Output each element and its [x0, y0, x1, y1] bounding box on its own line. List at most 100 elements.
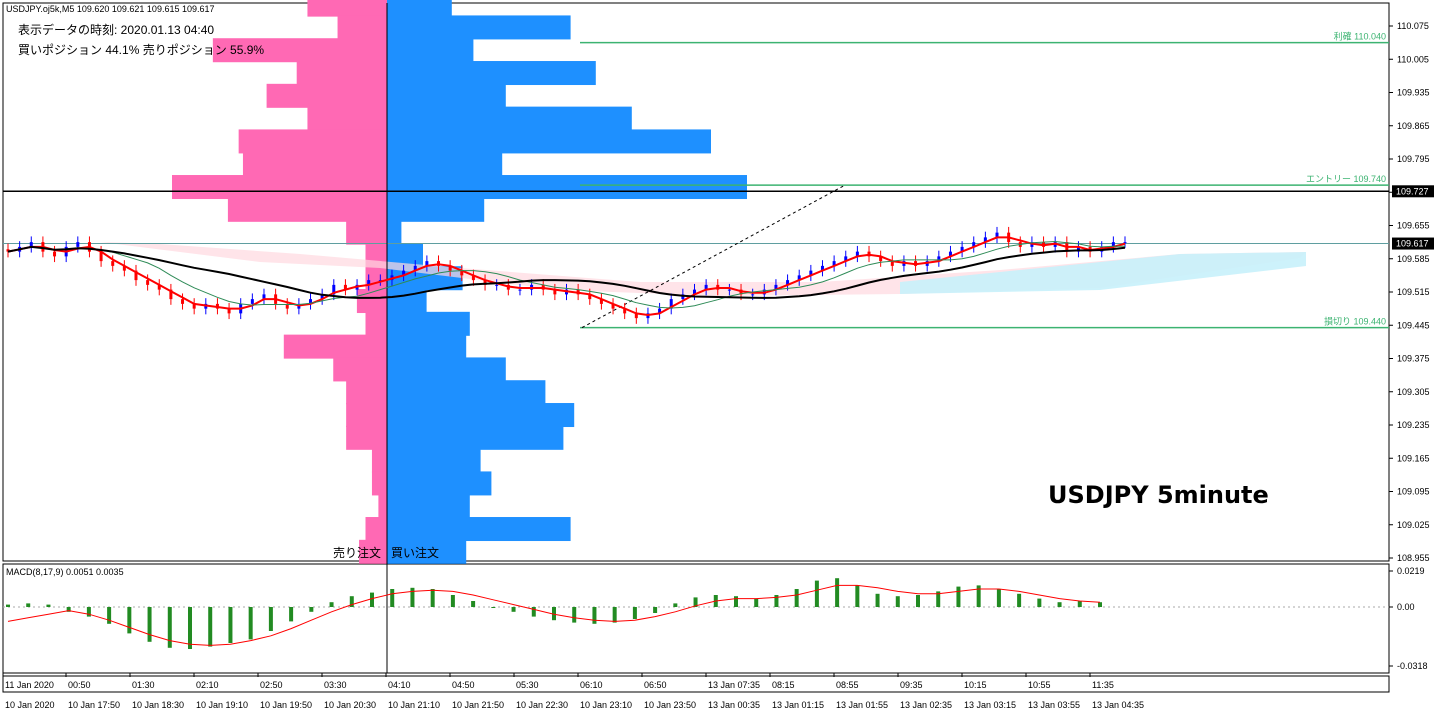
macd-histogram-bar [450, 595, 455, 607]
macd-histogram-bar [248, 607, 253, 640]
time-label-bottom: 10 Jan 21:50 [452, 700, 504, 710]
macd-histogram-bar [895, 596, 900, 607]
buy-order-bar [387, 83, 506, 108]
buy-order-bar [387, 517, 571, 542]
time-label-top: 13 Jan 07:35 [708, 680, 760, 690]
macd-histogram-bar [875, 593, 880, 607]
display-time: 表示データの時刻: 2020.01.13 04:40 [18, 23, 215, 37]
time-label-bottom: 10 Jan 22:30 [516, 700, 568, 710]
time-label-top: 06:10 [580, 680, 603, 690]
time-label-bottom: 10 Jan 18:30 [132, 700, 184, 710]
sell-order-bar [337, 15, 387, 40]
buy-order-bar [387, 129, 711, 154]
buy-order-bar [387, 61, 596, 86]
macd-histogram-bar [814, 580, 819, 607]
price-tick-label: 109.515 [1397, 287, 1430, 297]
time-label-top: 11 Jan 2020 [5, 680, 54, 690]
level-label: 利確 110.040 [1334, 31, 1386, 42]
buy-order-bar [387, 425, 564, 450]
marked-price-label: 109.727 [1396, 186, 1429, 196]
sell-order-bar [307, 0, 387, 17]
sell-order-bar [283, 334, 387, 359]
macd-histogram-bar [673, 603, 678, 607]
sell-order-bar [227, 197, 387, 222]
time-label-bottom: 13 Jan 03:15 [964, 700, 1016, 710]
time-label-bottom: 10 Jan 21:10 [388, 700, 440, 710]
price-chart[interactable]: 利確 110.040 エントリー 109.740 損切り 109.440 110.07… [0, 0, 1436, 716]
sell-order-bar [307, 106, 387, 131]
macd-histogram-bar [390, 589, 395, 607]
buy-order-bar [387, 357, 506, 382]
buy-order-bar [387, 471, 492, 496]
buy-order-bar [387, 403, 575, 428]
price-tick-label: 110.005 [1397, 54, 1429, 64]
price-tick-label: 109.095 [1397, 487, 1430, 497]
macd-histogram-bar [430, 589, 435, 607]
price-tick-label: 109.795 [1397, 154, 1430, 164]
time-label-top: 11:35 [1092, 680, 1114, 690]
macd-histogram-bar [410, 587, 415, 607]
macd-histogram-bar [1037, 598, 1042, 607]
macd-histogram-bar [794, 589, 799, 607]
macd-histogram-bar [531, 607, 536, 617]
price-tick-label: 110.075 [1397, 21, 1429, 31]
buy-order-bar [387, 38, 474, 63]
macd-histogram-bar [1077, 601, 1082, 607]
macd-histogram-bar [107, 607, 112, 624]
macd-histogram-bar [329, 602, 334, 607]
sell-order-bar [371, 448, 387, 473]
time-label-bottom: 10 Jan 17:50 [68, 700, 120, 710]
time-label-top: 01:30 [132, 680, 155, 690]
price-tick-label: 109.445 [1397, 320, 1430, 330]
time-label-top: 04:10 [388, 680, 411, 690]
macd-histogram-bar [754, 598, 759, 607]
marked-price-label: 109.617 [1396, 239, 1429, 249]
level-label: エントリー 109.740 [1306, 174, 1386, 184]
macd-histogram-bar [1017, 593, 1022, 607]
macd-histogram-bar [653, 607, 658, 613]
price-tick-label: 109.025 [1397, 520, 1430, 530]
buy-order-bar [387, 175, 747, 200]
macd-histogram-bar [86, 607, 91, 617]
time-label-bottom: 13 Jan 04:35 [1092, 700, 1144, 710]
buy-orders-label: 買い注文 [391, 546, 440, 560]
candle-body [53, 251, 57, 257]
sell-order-bar [333, 357, 387, 382]
sell-order-bar [365, 311, 387, 336]
buy-order-bar [387, 152, 503, 177]
macd-histogram-bar [471, 601, 476, 607]
time-label-top: 00:50 [68, 680, 91, 690]
price-tick-label: 109.375 [1397, 354, 1430, 364]
macd-histogram-bar [491, 607, 496, 608]
time-label-bottom: 13 Jan 03:55 [1028, 700, 1080, 710]
macd-histogram-bar [370, 592, 374, 607]
symbol-header: USDJPY.oj5k,M5 109.620 109.621 109.615 1… [6, 4, 215, 14]
candle-body [181, 299, 185, 304]
macd-histogram-bar [6, 604, 10, 607]
macd-histogram-bar [1057, 602, 1062, 607]
sell-order-bar [346, 425, 387, 450]
time-label-bottom: 13 Jan 01:15 [772, 700, 824, 710]
time-label-top: 05:30 [516, 680, 539, 690]
macd-histogram-bar [289, 607, 294, 622]
macd-label: MACD(8,17,9) 0.0051 0.0035 [6, 567, 124, 577]
time-label-bottom: 10 Jan 2020 [5, 700, 55, 710]
price-tick-label: 109.585 [1397, 254, 1430, 264]
sell-order-bar [371, 471, 387, 496]
time-label-top: 04:50 [452, 680, 475, 690]
macd-histogram-bar [855, 585, 860, 607]
buy-order-bar [387, 380, 546, 405]
sell-order-bar [378, 494, 387, 519]
macd-histogram-bar [572, 607, 577, 623]
candle-body [111, 261, 115, 266]
time-label-bottom: 10 Jan 20:30 [324, 700, 376, 710]
price-tick-label: 109.165 [1397, 453, 1430, 463]
macd-histogram-bar [592, 607, 597, 624]
time-label-top: 03:30 [324, 680, 347, 690]
buy-order-bar [387, 494, 470, 519]
macd-histogram-bar [188, 607, 192, 649]
sell-order-bar [346, 380, 387, 405]
time-label-bottom: 10 Jan 23:50 [644, 700, 696, 710]
position-ratio: 買いポジション 44.1% 売りポジション 55.9% [18, 43, 265, 57]
time-label-bottom: 13 Jan 01:55 [836, 700, 888, 710]
